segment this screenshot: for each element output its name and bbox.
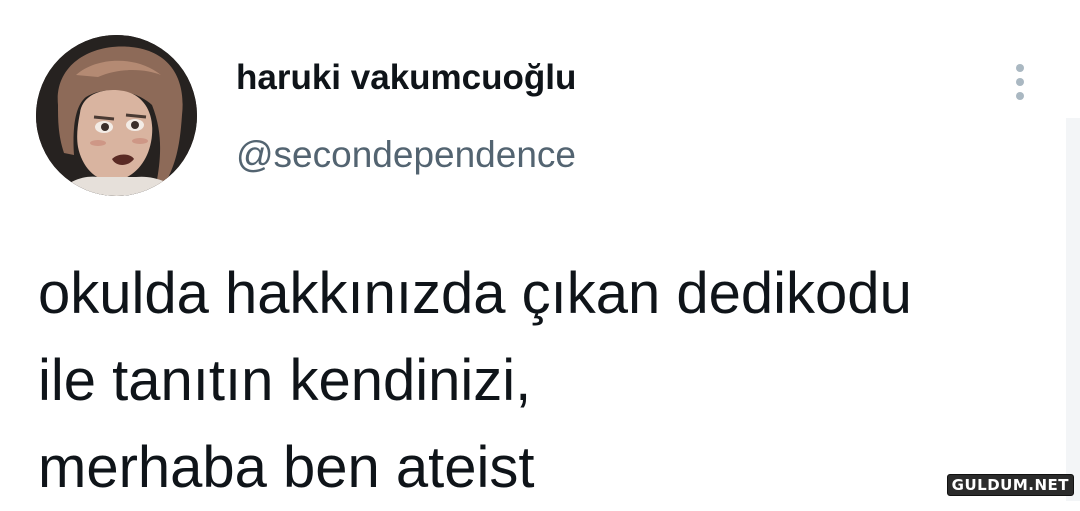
tweet-text-line: ile tanıtın kendinizi,: [38, 348, 532, 413]
author-display-name[interactable]: haruki vakumcuoğlu: [236, 58, 576, 98]
avatar[interactable]: [36, 35, 197, 196]
watermark-logo: GULDUM.NET: [946, 474, 1074, 496]
more-options-button[interactable]: [1004, 60, 1036, 104]
tweet-text-line: merhaba ben ateist: [38, 435, 535, 500]
avatar-illustration: [36, 35, 197, 196]
tweet-text-line: okulda hakkınızda çıkan dedikodu: [38, 261, 912, 326]
more-vertical-icon: [1016, 64, 1024, 72]
tweet-text: okulda hakkınızda çıkan dedikodu ile tan…: [38, 250, 1058, 511]
tweet-card: haruki vakumcuoğlu @secondependence okul…: [0, 0, 1080, 501]
scroll-edge: [1066, 118, 1080, 501]
more-vertical-icon-dot: [1016, 92, 1024, 100]
author-handle[interactable]: @secondependence: [236, 134, 576, 176]
more-vertical-icon-dot: [1016, 78, 1024, 86]
